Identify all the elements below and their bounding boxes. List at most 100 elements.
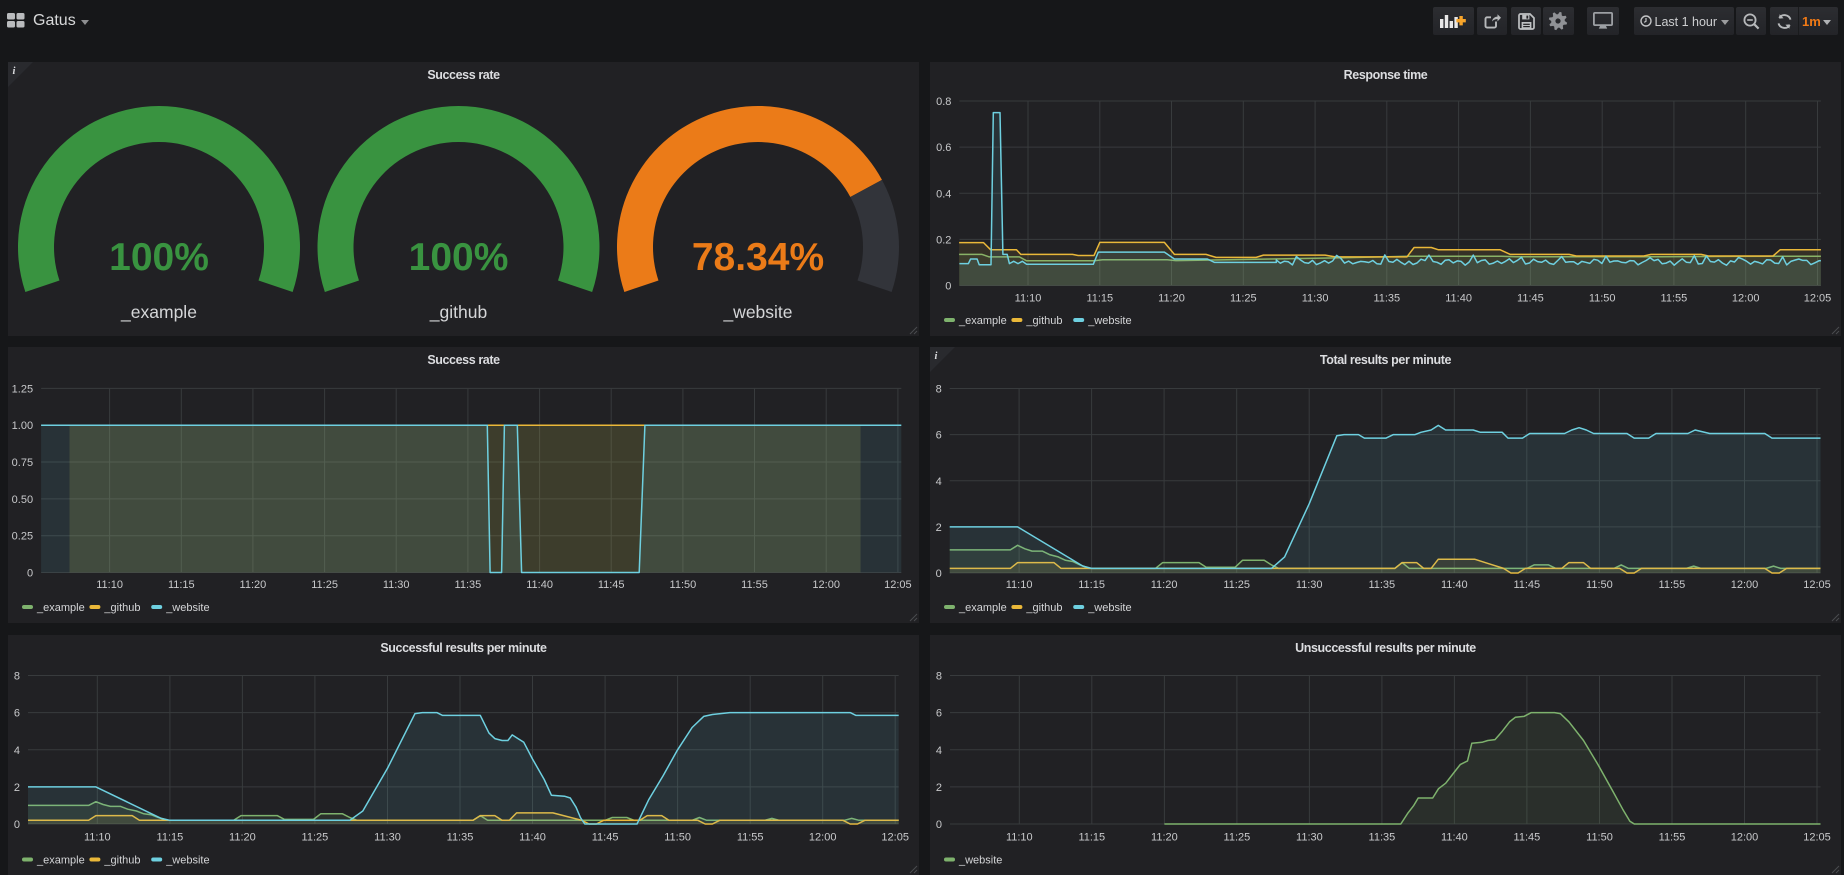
svg-text:11:50: 11:50 (670, 579, 697, 591)
svg-text:11:40: 11:40 (1441, 579, 1468, 591)
svg-text:11:15: 11:15 (1078, 832, 1105, 844)
svg-text:6: 6 (936, 708, 942, 720)
svg-text:11:15: 11:15 (1086, 293, 1113, 305)
svg-text:4: 4 (936, 745, 942, 757)
svg-text:11:30: 11:30 (374, 832, 401, 844)
svg-text:11:45: 11:45 (1513, 579, 1540, 591)
svg-text:11:55: 11:55 (741, 579, 768, 591)
svg-text:11:40: 11:40 (526, 579, 553, 591)
svg-text:11:20: 11:20 (229, 832, 256, 844)
svg-text:11:30: 11:30 (1302, 293, 1329, 305)
svg-text:1.00: 1.00 (12, 420, 33, 432)
svg-text:11:50: 11:50 (664, 832, 691, 844)
svg-text:11:45: 11:45 (1517, 293, 1544, 305)
svg-text:11:10: 11:10 (96, 579, 123, 591)
svg-text:4: 4 (936, 476, 942, 488)
svg-text:11:30: 11:30 (383, 579, 410, 591)
svg-text:11:50: 11:50 (1586, 579, 1613, 591)
svg-text:12:05: 12:05 (1803, 832, 1831, 844)
svg-text:11:25: 11:25 (1224, 832, 1251, 844)
svg-text:_github: _github (103, 855, 140, 867)
svg-text:11:55: 11:55 (1659, 579, 1686, 591)
svg-text:11:25: 11:25 (1230, 293, 1257, 305)
svg-text:11:35: 11:35 (1368, 579, 1395, 591)
svg-text:11:25: 11:25 (311, 579, 338, 591)
svg-text:2: 2 (14, 782, 20, 794)
svg-text:11:10: 11:10 (1006, 832, 1033, 844)
svg-text:78.34%: 78.34% (692, 236, 824, 279)
svg-text:11:40: 11:40 (519, 832, 546, 844)
svg-text:12:05: 12:05 (1804, 293, 1832, 305)
svg-text:11:45: 11:45 (1514, 832, 1541, 844)
svg-text:11:40: 11:40 (1441, 832, 1468, 844)
svg-text:6: 6 (14, 708, 20, 720)
svg-text:6: 6 (936, 430, 942, 442)
svg-text:_website: _website (1087, 602, 1131, 614)
svg-text:11:15: 11:15 (1078, 579, 1105, 591)
svg-text:12:05: 12:05 (881, 832, 909, 844)
svg-text:12:05: 12:05 (884, 579, 912, 591)
svg-text:_example: _example (36, 602, 85, 614)
svg-text:8: 8 (936, 384, 942, 396)
svg-text:12:00: 12:00 (809, 832, 837, 844)
svg-text:_github: _github (1025, 315, 1062, 327)
svg-text:_example: _example (958, 602, 1007, 614)
svg-text:11:55: 11:55 (737, 832, 764, 844)
svg-text:11:35: 11:35 (455, 579, 482, 591)
svg-text:11:15: 11:15 (157, 832, 184, 844)
svg-text:100%: 100% (409, 236, 509, 279)
svg-text:100%: 100% (109, 236, 209, 279)
svg-text:_website: _website (165, 602, 209, 614)
svg-text:12:00: 12:00 (1731, 832, 1759, 844)
svg-text:8: 8 (14, 671, 20, 683)
svg-text:11:35: 11:35 (1369, 832, 1396, 844)
svg-text:2: 2 (936, 782, 942, 794)
svg-text:11:35: 11:35 (447, 832, 474, 844)
svg-text:0: 0 (936, 568, 942, 580)
svg-text:0: 0 (936, 819, 942, 831)
svg-text:1.25: 1.25 (12, 383, 33, 395)
svg-text:0.50: 0.50 (12, 494, 33, 506)
svg-text:11:50: 11:50 (1586, 832, 1613, 844)
svg-text:0.4: 0.4 (936, 188, 951, 200)
svg-text:11:40: 11:40 (1445, 293, 1472, 305)
svg-text:0.2: 0.2 (936, 234, 951, 246)
svg-text:11:20: 11:20 (1151, 579, 1178, 591)
svg-text:11:30: 11:30 (1296, 832, 1323, 844)
svg-text:4: 4 (14, 745, 20, 757)
svg-text:11:55: 11:55 (1659, 832, 1686, 844)
svg-text:11:50: 11:50 (1589, 293, 1616, 305)
svg-text:_website: _website (1087, 315, 1131, 327)
svg-text:0.8: 0.8 (936, 96, 951, 108)
svg-text:0.25: 0.25 (12, 531, 33, 543)
svg-text:_github: _github (429, 302, 487, 323)
svg-text:11:20: 11:20 (1158, 293, 1185, 305)
svg-text:i: i (935, 351, 938, 362)
svg-text:0.6: 0.6 (936, 142, 951, 154)
svg-text:12:05: 12:05 (1803, 579, 1831, 591)
svg-text:_website: _website (958, 855, 1002, 867)
svg-text:12:00: 12:00 (812, 579, 840, 591)
svg-text:_website: _website (722, 302, 792, 323)
svg-text:12:00: 12:00 (1731, 579, 1759, 591)
svg-text:8: 8 (936, 671, 942, 683)
svg-text:_github: _github (103, 602, 140, 614)
svg-text:_example: _example (36, 855, 85, 867)
svg-text:11:45: 11:45 (592, 832, 619, 844)
svg-text:i: i (13, 66, 16, 77)
svg-text:11:10: 11:10 (1006, 579, 1033, 591)
svg-text:_example: _example (958, 315, 1007, 327)
svg-text:11:20: 11:20 (240, 579, 267, 591)
svg-text:11:20: 11:20 (1151, 832, 1178, 844)
svg-text:0: 0 (14, 819, 20, 831)
svg-text:11:30: 11:30 (1296, 579, 1323, 591)
svg-text:0.75: 0.75 (12, 457, 33, 469)
svg-text:11:25: 11:25 (1223, 579, 1250, 591)
svg-text:11:25: 11:25 (302, 832, 329, 844)
svg-text:2: 2 (936, 522, 942, 534)
svg-text:0: 0 (27, 568, 33, 580)
svg-text:_github: _github (1025, 602, 1062, 614)
svg-text:11:55: 11:55 (1661, 293, 1688, 305)
svg-text:11:45: 11:45 (598, 579, 625, 591)
svg-text:0: 0 (945, 281, 951, 293)
